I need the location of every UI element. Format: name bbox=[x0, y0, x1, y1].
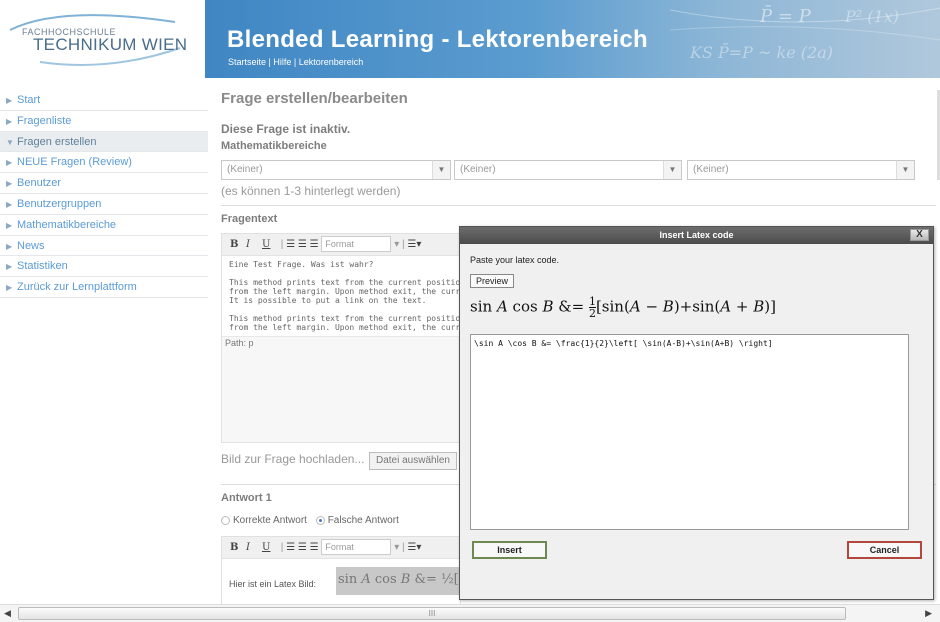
dialog-title: Insert Latex code X bbox=[460, 227, 933, 244]
math-area-select-1[interactable]: (Keiner) ▼ bbox=[221, 160, 451, 180]
underline-button[interactable]: U bbox=[262, 537, 278, 558]
latex-preview: sin A cos B &= 1 2 [sin(A − B)+sin(A + B)] bbox=[470, 295, 776, 320]
sidebar-item-benutzer[interactable]: ▶ Benutzer bbox=[0, 173, 208, 194]
caret-right-icon: ▶ bbox=[6, 220, 13, 230]
latex-dialog: Insert Latex code X Paste your latex cod… bbox=[459, 226, 934, 600]
cancel-button[interactable]: Cancel bbox=[847, 541, 922, 559]
caret-right-icon: ▶ bbox=[6, 96, 13, 105]
format-select[interactable]: Format bbox=[321, 236, 392, 253]
editor-body[interactable]: Eine Test Frage. Was ist wahr? This meth… bbox=[222, 256, 460, 336]
insert-button[interactable]: Insert bbox=[472, 541, 547, 559]
page: FACHHOCHSCHULE TECHNIKUM WIEN P̄ = P P² … bbox=[0, 0, 940, 622]
logo[interactable]: FACHHOCHSCHULE TECHNIKUM WIEN bbox=[0, 0, 205, 78]
math-area-select-2[interactable]: (Keiner) ▼ bbox=[454, 160, 682, 180]
chevron-down-icon: ▼ bbox=[432, 161, 450, 179]
preview-button[interactable]: Preview bbox=[470, 274, 515, 288]
svg-text:P̄ = P: P̄ = P bbox=[759, 4, 812, 27]
caret-right-icon: ▶ bbox=[6, 116, 13, 126]
align-left-icon[interactable]: ☰ bbox=[286, 239, 295, 250]
svg-text:KS P̄=P ~ ke (2a): KS P̄=P ~ ke (2a) bbox=[689, 41, 833, 62]
caret-right-icon: ▶ bbox=[6, 158, 13, 168]
arrow-left-icon[interactable]: ◀ bbox=[4, 608, 11, 619]
caret-right-icon: ▶ bbox=[6, 262, 13, 272]
sidebar-item-start[interactable]: ▶ Start bbox=[0, 90, 208, 111]
sidebar-item-zurueck[interactable]: ▶ Zurück zur Lernplattform bbox=[0, 277, 208, 298]
editor-path: Path: p bbox=[222, 336, 460, 349]
page-title: Frage erstellen/bearbeiten bbox=[221, 90, 408, 107]
radio-wrong[interactable] bbox=[315, 515, 325, 525]
sidebar-item-news[interactable]: ▶ News bbox=[0, 236, 208, 257]
radio-correct[interactable] bbox=[221, 515, 230, 525]
divider bbox=[221, 205, 936, 206]
chevron-down-icon: ▼ bbox=[663, 161, 681, 179]
align-center-icon[interactable]: ☰ bbox=[298, 239, 307, 250]
sidebar-item-statistiken[interactable]: ▶ Statistiken bbox=[0, 256, 208, 278]
list-icon[interactable]: ☰▾ bbox=[407, 542, 421, 553]
inactive-notice: Diese Frage ist inaktiv. bbox=[221, 122, 351, 136]
list-icon[interactable]: ☰▾ bbox=[407, 239, 421, 250]
nav-link-startseite[interactable]: Startseite bbox=[228, 57, 266, 67]
page-banner-title: Blended Learning - Lektorenbereich bbox=[227, 26, 648, 53]
sidebar-item-fragen-erstellen[interactable]: ▼ Fragen erstellen bbox=[0, 131, 208, 153]
question-text-label: Fragentext bbox=[221, 213, 278, 225]
caret-right-icon: ▶ bbox=[6, 283, 13, 293]
nav-link-lektorenbereich[interactable]: Lektorenbereich bbox=[299, 57, 364, 67]
header-banner: P̄ = P P² (1x) KS P̄=P ~ ke (2a) Blended… bbox=[205, 0, 940, 78]
math-areas-label: Mathematikbereiche bbox=[221, 140, 327, 152]
format-select[interactable]: Format bbox=[321, 539, 392, 556]
sidebar-item-neue-fragen[interactable]: ▶ NEUE Fragen (Review) bbox=[0, 152, 208, 174]
sidebar-item-benutzergruppen[interactable]: ▶ Benutzergruppen bbox=[0, 194, 208, 215]
sidebar: ▶ Start ▶ Fragenliste ▼ Fragen erstellen ▶ N… bbox=[0, 90, 208, 298]
editor-toolbar: BIU | ☰ ☰ ☰ Format ▾ | ☰▾ bbox=[222, 537, 460, 559]
svg-text:P² (1x): P² (1x) bbox=[844, 7, 899, 26]
latex-image: sin A cos B &= ½[s bbox=[336, 567, 466, 595]
bold-button[interactable]: B bbox=[230, 537, 246, 558]
editor-toolbar: BIU | ☰ ☰ ☰ Format ▾ | ☰▾ bbox=[222, 234, 460, 256]
caret-right-icon: ▶ bbox=[6, 241, 13, 251]
answer-radio-group: Korrekte Antwort Falsche Antwort bbox=[221, 515, 399, 526]
answer-editor[interactable]: BIU | ☰ ☰ ☰ Format ▾ | ☰▾ Hier ist ein L… bbox=[221, 536, 466, 606]
sidebar-item-mathematikbereiche[interactable]: ▶ Mathematikbereiche bbox=[0, 215, 208, 236]
formula-decoration: P̄ = P P² (1x) KS P̄=P ~ ke (2a) bbox=[670, 0, 940, 78]
scrollbar-thumb[interactable]: III bbox=[18, 607, 846, 620]
caret-down-icon: ▼ bbox=[6, 137, 14, 147]
align-center-icon[interactable]: ☰ bbox=[298, 542, 307, 553]
chevron-down-icon: ▼ bbox=[896, 161, 914, 179]
file-choose-button[interactable]: Datei auswählen bbox=[369, 452, 457, 470]
underline-button[interactable]: U bbox=[262, 234, 278, 255]
nav-link-hilfe[interactable]: Hilfe bbox=[273, 57, 291, 67]
align-right-icon[interactable]: ☰ bbox=[310, 542, 319, 553]
align-right-icon[interactable]: ☰ bbox=[310, 239, 319, 250]
breadcrumb: Startseite | Hilfe | Lektorenbereich bbox=[228, 57, 364, 67]
arrow-right-icon[interactable]: ▶ bbox=[925, 608, 932, 619]
horizontal-scrollbar[interactable]: ◀ III ▶ bbox=[0, 604, 940, 622]
caret-right-icon: ▶ bbox=[6, 199, 13, 209]
latex-code-textarea[interactable]: \sin A \cos B &= \frac{1}{2}\left[ \sin(… bbox=[470, 334, 909, 530]
logo-line-2: TECHNIKUM WIEN bbox=[33, 35, 188, 54]
italic-button[interactable]: I bbox=[246, 234, 262, 255]
align-left-icon[interactable]: ☰ bbox=[286, 542, 295, 553]
upload-label: Bild zur Frage hochladen... bbox=[221, 452, 365, 466]
italic-button[interactable]: I bbox=[246, 537, 262, 558]
answer-label: Antwort 1 bbox=[221, 492, 272, 504]
bold-button[interactable]: B bbox=[230, 234, 246, 255]
dialog-instruction: Paste your latex code. bbox=[470, 255, 560, 265]
caret-right-icon: ▶ bbox=[6, 179, 13, 189]
question-text-editor[interactable]: BIU | ☰ ☰ ☰ Format ▾ | ☰▾ Eine Test Frag… bbox=[221, 233, 461, 443]
math-area-select-3[interactable]: (Keiner) ▼ bbox=[687, 160, 915, 180]
answer-editor-body[interactable]: Hier ist ein Latex Bild: sin A cos B &= … bbox=[222, 559, 466, 605]
close-button[interactable]: X bbox=[910, 229, 929, 241]
sidebar-item-fragenliste[interactable]: ▶ Fragenliste bbox=[0, 111, 208, 132]
selects-hint: (es können 1-3 hinterlegt werden) bbox=[221, 184, 401, 198]
